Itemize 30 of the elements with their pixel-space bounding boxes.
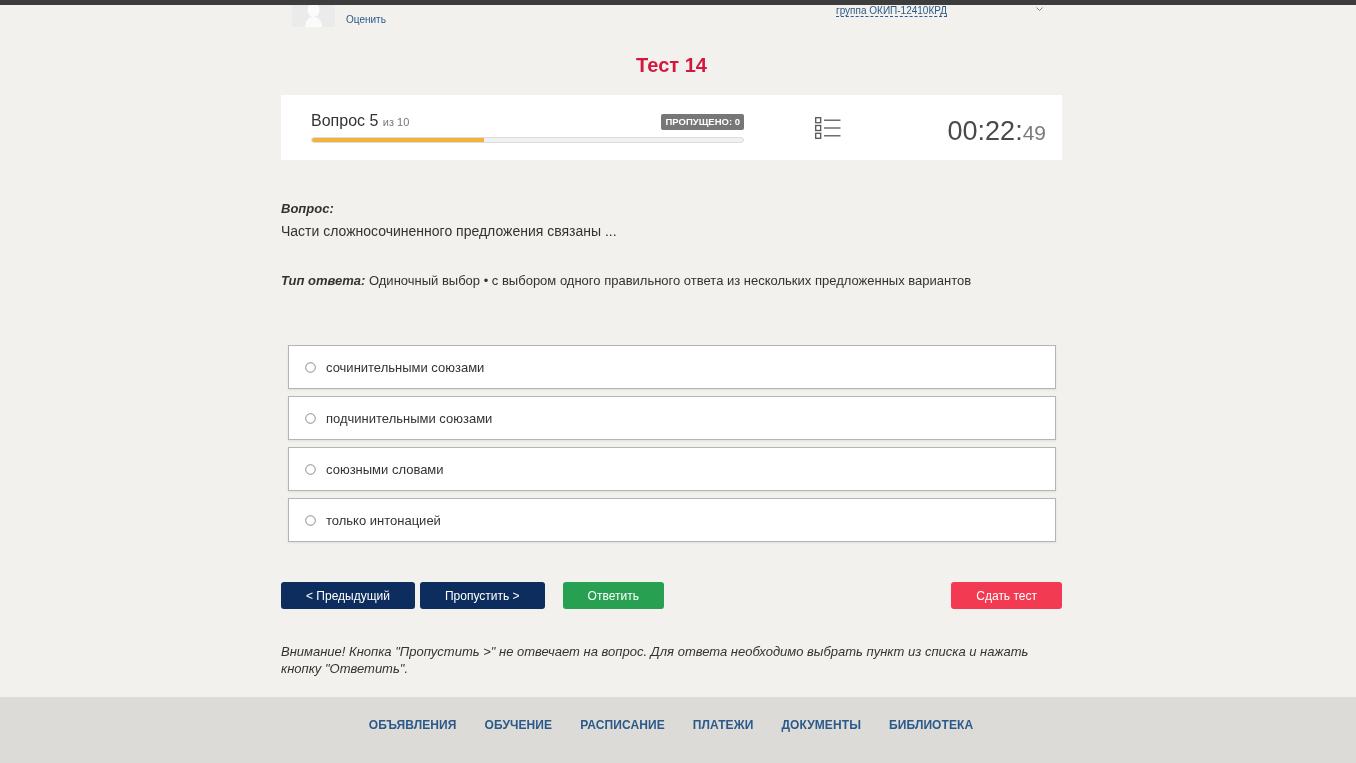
radio-icon[interactable] (305, 463, 316, 475)
nav-button[interactable]: < Предыдущий (281, 582, 415, 609)
answer-option[interactable]: подчинительными союзами (288, 396, 1056, 440)
footer-nav-link[interactable]: ПЛАТЕЖИ (692, 718, 754, 732)
list-icon[interactable] (815, 116, 841, 139)
chevron-down-icon[interactable] (1036, 7, 1043, 11)
radio-icon[interactable] (305, 514, 316, 526)
answer-option[interactable]: союзными словами (288, 447, 1056, 491)
question-text: Части сложносочиненного предложения связаны ... (281, 222, 618, 240)
timer: 00:22:49 (947, 116, 1046, 147)
rate-link[interactable]: Оценить (346, 14, 386, 26)
footer-nav-link[interactable]: ОБЪЯВЛЕНИЯ (368, 718, 457, 732)
question-counter: Вопрос 5 из 10 (311, 112, 410, 131)
question-label: Вопрос: (281, 201, 335, 217)
footer-nav-link[interactable]: ДОКУМЕНТЫ (781, 718, 861, 732)
footer-nav-link[interactable]: РАСПИСАНИЕ (580, 718, 665, 732)
nav-button[interactable]: Пропустить > (419, 582, 545, 609)
answer-option[interactable]: только интонацией (288, 498, 1056, 542)
footer-nav-link[interactable]: ОБУЧЕНИЕ (484, 718, 553, 732)
skipped-count: ПРОПУЩЕНО: 0 (661, 114, 744, 130)
footer-nav-link[interactable]: БИБЛИОТЕКА (889, 718, 974, 732)
group-link[interactable]: группа ОКИП-12410КРД (836, 5, 947, 17)
radio-icon[interactable] (305, 361, 316, 373)
answer-option[interactable]: сочинительными союзами (288, 345, 1056, 389)
test-title: Тест 14 (635, 53, 708, 77)
user-avatar-icon (292, 5, 335, 27)
submit-test-button[interactable]: Сдать тест (951, 582, 1062, 609)
notice-text: Внимание! Кнопка "Пропустить >" не отвечает на вопрос. Для ответа необходимо выбрать пункт из списка и нажать кнопку "Ответить". (281, 643, 1030, 677)
radio-icon[interactable] (305, 412, 316, 424)
answer-type-text: Тип ответа: Одиночный выбор • с выбором одного правильного ответа из нескольких предложенных вариантов (281, 272, 973, 290)
